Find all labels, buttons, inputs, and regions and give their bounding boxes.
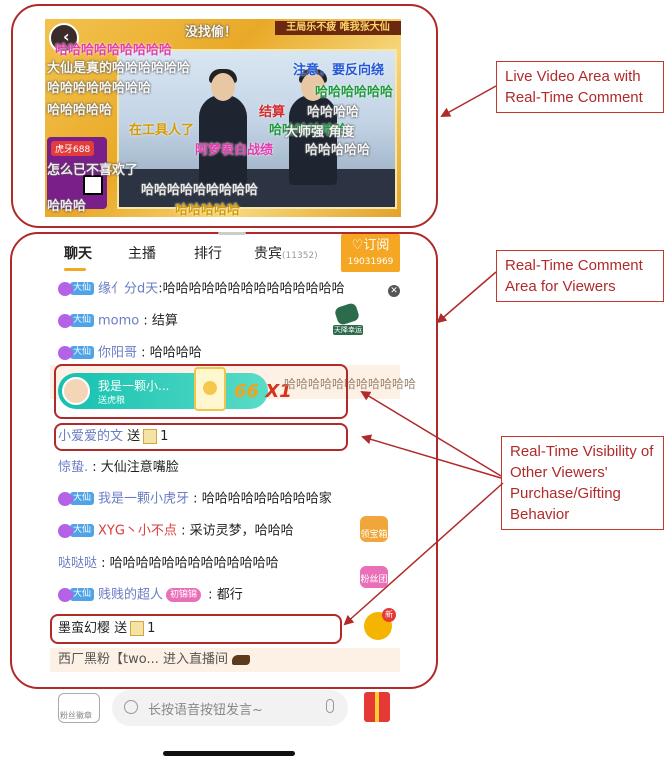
arrow-comment-area <box>436 271 497 324</box>
arrow-gift-row-2 <box>343 482 504 626</box>
arrow-gift-row-1 <box>361 434 502 479</box>
annotation-arrows <box>343 85 504 626</box>
arrow-gift-animation <box>360 390 502 477</box>
arrow-live-video <box>440 85 497 117</box>
